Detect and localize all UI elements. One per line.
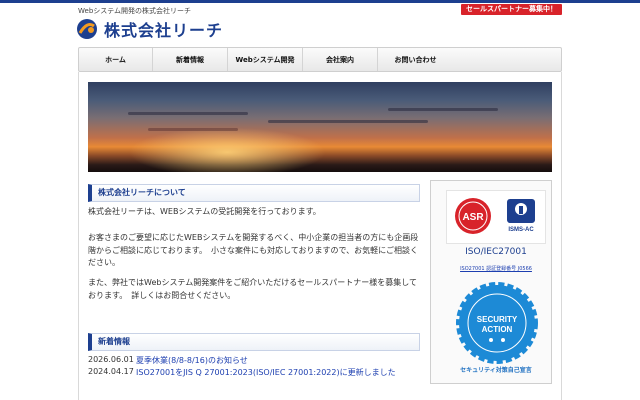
news-date: 2024.04.17 xyxy=(88,367,134,376)
news-heading: 新着情報 xyxy=(88,333,420,351)
nav-news[interactable]: 新着情報 xyxy=(153,48,228,71)
about-paragraph-1: 株式会社リーチは、WEBシステムの受託開発を行っております。 xyxy=(88,207,321,216)
svg-text:ASR: ASR xyxy=(462,212,484,223)
nav-company[interactable]: 会社案内 xyxy=(303,48,378,71)
svg-text:ISMS-AC: ISMS-AC xyxy=(508,227,534,233)
news-item: 2024.04.17 ISO27001をJIS Q 27001:2023(ISO… xyxy=(88,367,396,378)
hero-sunset-image xyxy=(88,82,552,172)
top-accent-bar xyxy=(0,0,640,3)
about-paragraph-3: また、弊社ではWebシステム開発案件をご紹介いただけるセールスパートナー様を募集… xyxy=(88,278,417,300)
about-paragraph-2: お客さまのご要望に応じたWEBシステムを開発するべく、中小企業の担当者の方にも企… xyxy=(88,233,419,267)
news-link[interactable]: 夏季休業(8/8-8/16)のお知らせ xyxy=(136,355,248,366)
security-caption: セキュリティ対策自己宣言 xyxy=(460,367,532,374)
about-heading: 株式会社リーチについて xyxy=(88,184,420,202)
iso-label: ISO/IEC27001 xyxy=(465,247,527,257)
certification-logos[interactable]: ASR ISMS-AC xyxy=(446,190,546,244)
news-item: 2026.06.01 夏季休業(8/8-8/16)のお知らせ xyxy=(88,355,248,366)
nav-contact[interactable]: お問い合わせ xyxy=(378,48,453,71)
svg-text:ACTION: ACTION xyxy=(482,325,513,334)
partner-recruit-badge[interactable]: セールスパートナー募集中！ xyxy=(461,4,562,15)
site-tagline: Webシステム開発の株式会社リーチ xyxy=(78,7,192,15)
isms-ac-badge-icon: ISMS-AC xyxy=(507,199,535,233)
asr-badge-icon: ASR xyxy=(455,198,491,234)
news-link[interactable]: ISO27001をJIS Q 27001:2023(ISO/IEC 27001:… xyxy=(136,367,396,378)
news-date: 2026.06.01 xyxy=(88,355,134,364)
logo-icon xyxy=(77,19,97,39)
iso-registration-link[interactable]: ISO27001 認証登録番号 J0566 xyxy=(446,265,546,272)
site-logo[interactable]: 株式会社リーチ xyxy=(76,17,223,41)
main-nav: ホーム 新着情報 Webシステム開発 会社案内 お問い合わせ xyxy=(78,47,562,72)
svg-text:SECURITY: SECURITY xyxy=(477,315,518,324)
logo-text: 株式会社リーチ xyxy=(104,21,224,40)
nav-web-system[interactable]: Webシステム開発 xyxy=(228,48,303,71)
nav-home[interactable]: ホーム xyxy=(79,48,153,71)
security-action-icon[interactable]: SECURITY ACTION xyxy=(454,280,540,366)
